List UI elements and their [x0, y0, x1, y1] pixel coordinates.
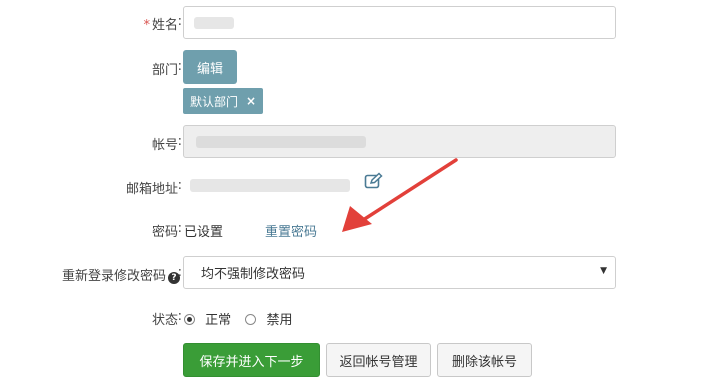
password-label: 密码 [151, 225, 178, 240]
status-option-disabled: 禁用 [266, 313, 293, 328]
email-label: 邮箱地址 [125, 182, 178, 197]
status-option-normal: 正常 [205, 313, 232, 328]
relogin-colon: : [177, 265, 182, 280]
name-value-redacted [194, 17, 234, 29]
name-input[interactable] [183, 6, 616, 39]
status-colon: : [177, 309, 182, 324]
name-colon: : [177, 14, 182, 29]
account-colon: : [177, 134, 182, 149]
name-label: * 姓名 [143, 18, 178, 33]
email-colon: : [177, 178, 182, 193]
email-value-redacted [190, 179, 350, 192]
password-status: 已设置 [184, 225, 224, 240]
annotation-arrow [342, 158, 458, 232]
relogin-selected-value: 均不强制修改密码 [201, 267, 306, 282]
dropdown-arrow-icon: ▼ [600, 266, 607, 276]
department-edit-button[interactable]: 编辑 [183, 50, 237, 84]
status-radio-disabled[interactable] [245, 314, 257, 325]
department-colon: : [177, 59, 182, 74]
relogin-label: 重新登录修改密码? [30, 265, 180, 284]
status-radio-normal[interactable] [184, 314, 195, 325]
department-tag-label: 默认部门 [190, 94, 239, 109]
department-tag: 默认部门 × [183, 88, 264, 114]
tag-remove-icon[interactable]: × [246, 94, 256, 108]
reset-password-link[interactable]: 重置密码 [265, 221, 317, 240]
account-label: 帐号 [151, 138, 178, 153]
password-colon: : [177, 221, 182, 236]
department-label: 部门 [151, 63, 178, 78]
account-value-redacted [196, 136, 366, 148]
relogin-select[interactable]: 均不强制修改密码 ▼ [183, 256, 616, 289]
status-radio-group: 正常 禁用 [184, 309, 292, 328]
status-label: 状态 [151, 313, 178, 328]
